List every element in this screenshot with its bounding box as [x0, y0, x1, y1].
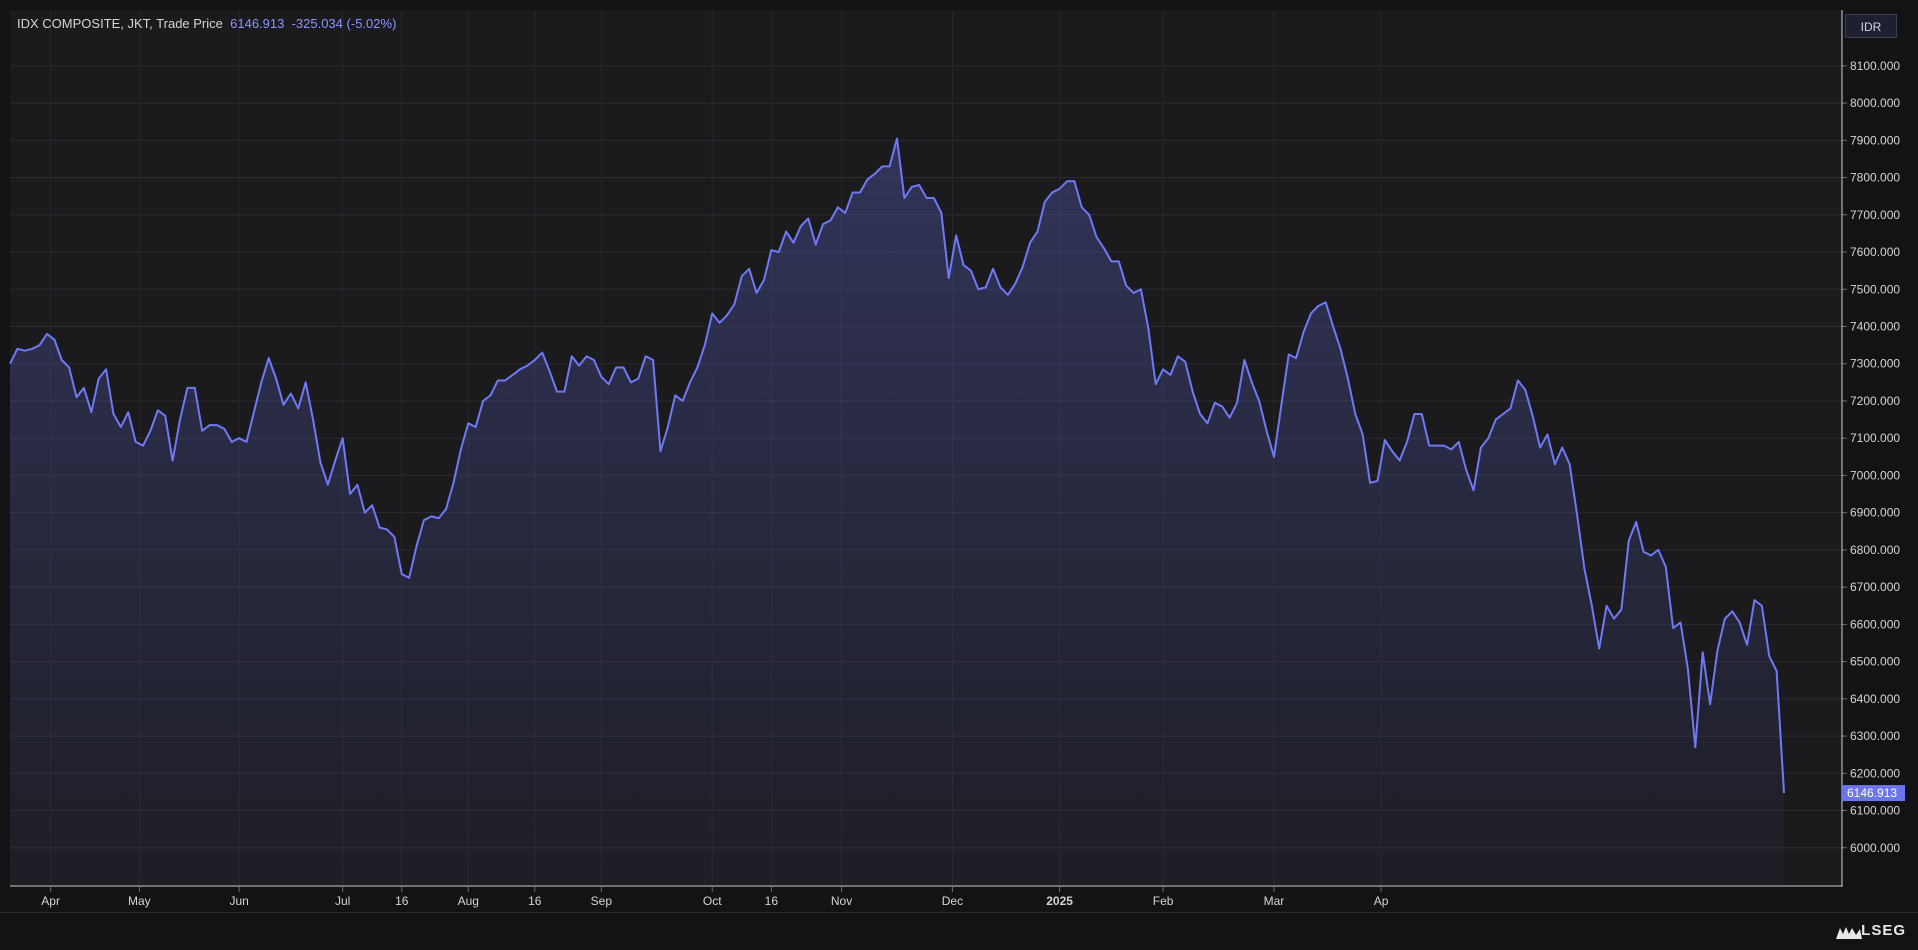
legend-last-value: 6146.913 [230, 16, 285, 31]
y-tick-label: 7800.000 [1850, 171, 1900, 185]
x-tick-label: Mar [1264, 894, 1285, 908]
legend-change-pct: (-5.02%) [346, 16, 397, 31]
y-tick-label: 7300.000 [1850, 357, 1900, 371]
y-tick-label: 6900.000 [1850, 506, 1900, 520]
y-tick-label: 7500.000 [1850, 282, 1900, 296]
y-tick-label: 7200.000 [1850, 394, 1900, 408]
y-tick-label: 7100.000 [1850, 431, 1900, 445]
lseg-logo-icon [1836, 927, 1862, 939]
currency-button[interactable]: IDR [1845, 14, 1897, 38]
y-tick-label: 8100.000 [1850, 59, 1900, 73]
x-tick-label: Jun [229, 894, 248, 908]
x-tick-label: 16 [528, 894, 542, 908]
legend-change: -325.034 [291, 16, 343, 31]
x-tick-label: Jul [335, 894, 350, 908]
x-tick-label: Feb [1153, 894, 1174, 908]
x-tick-label: Ap [1374, 894, 1389, 908]
y-tick-label: 6600.000 [1850, 617, 1900, 631]
y-tick-label: 6500.000 [1850, 655, 1900, 669]
y-tick-label: 7600.000 [1850, 245, 1900, 259]
footer-bar [0, 912, 1918, 913]
y-tick-label: 6700.000 [1850, 580, 1900, 594]
x-tick-label: Aug [458, 894, 479, 908]
y-tick-label: 7900.000 [1850, 133, 1900, 147]
chart-legend: IDX COMPOSITE, JKT, Trade Price 6146.913… [17, 16, 396, 31]
brand-label: LSEG [1861, 922, 1906, 939]
x-tick-label: May [128, 894, 151, 908]
legend-title: IDX COMPOSITE, JKT, Trade Price [17, 16, 223, 31]
x-tick-label: 16 [765, 894, 779, 908]
y-tick-label: 7000.000 [1850, 468, 1900, 482]
last-price-value: 6146.913 [1847, 786, 1897, 800]
y-tick-label: 6800.000 [1850, 543, 1900, 557]
x-tick-label: Apr [41, 894, 60, 908]
y-tick-label: 6100.000 [1850, 804, 1900, 818]
x-tick-label: 16 [395, 894, 409, 908]
y-tick-label: 8000.000 [1850, 96, 1900, 110]
x-tick-label: Oct [703, 894, 722, 908]
y-tick-label: 6000.000 [1850, 841, 1900, 855]
x-tick-label: Sep [591, 894, 613, 908]
x-tick-label: Dec [942, 894, 963, 908]
chart-root: 6000.000 6100.000 6200.000 6300.000 6400.000… [0, 0, 1918, 945]
x-tick-label: 2025 [1046, 894, 1073, 908]
y-tick-label: 7700.000 [1850, 208, 1900, 222]
y-tick-label: 6400.000 [1850, 692, 1900, 706]
x-tick-label: Nov [831, 894, 852, 908]
y-tick-label: 7400.000 [1850, 319, 1900, 333]
price-chart[interactable]: 6000.000 6100.000 6200.000 6300.000 6400.000… [0, 0, 1918, 945]
y-tick-label: 6300.000 [1850, 729, 1900, 743]
last-price-label: 6146.913 [1842, 785, 1905, 802]
y-tick-label: 6200.000 [1850, 766, 1900, 780]
